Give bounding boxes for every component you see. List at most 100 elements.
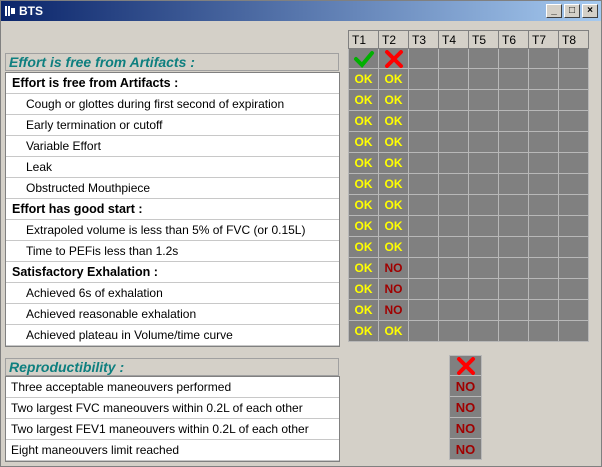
criterion-row: Satisfactory Exhalation :	[6, 262, 339, 283]
result-cell	[438, 257, 469, 279]
reproducibility-overall-row	[449, 355, 482, 376]
result-cell	[498, 194, 529, 216]
result-cell	[528, 131, 559, 153]
result-cell	[468, 236, 499, 258]
reproducibility-result-row: NO	[449, 438, 482, 460]
result-cell: OK	[378, 68, 409, 90]
reproducibility-row: Two largest FEV1 maneouvers within 0.2L …	[6, 419, 339, 440]
result-cell: OK	[378, 320, 409, 342]
reproducibility-grid: NO NO NO NO	[449, 355, 482, 460]
result-cell	[408, 89, 439, 111]
check-icon	[353, 50, 374, 68]
result-cell: OK	[378, 131, 409, 153]
result-cell: NO	[378, 299, 409, 321]
result-cell	[438, 320, 469, 342]
result-cell	[528, 89, 559, 111]
minimize-button[interactable]: _	[546, 4, 562, 18]
result-cell: OK	[348, 89, 379, 111]
result-cell	[468, 173, 499, 195]
result-row: OK OK	[348, 320, 589, 342]
result-cell	[468, 215, 499, 237]
trial-header-t8[interactable]: T8	[558, 30, 589, 49]
result-cell: OK	[348, 152, 379, 174]
result-cell: OK	[348, 131, 379, 153]
result-cell	[498, 215, 529, 237]
result-cell	[558, 257, 589, 279]
result-cell	[438, 278, 469, 300]
close-button[interactable]: ×	[582, 4, 598, 18]
result-cell: OK	[378, 152, 409, 174]
result-cell	[498, 68, 529, 90]
trial-header-t1[interactable]: T1	[348, 30, 379, 49]
bts-window: BTS _ □ × Effort is free from Artifacts …	[0, 0, 602, 467]
result-cell	[558, 173, 589, 195]
result-row: OK OK	[348, 194, 589, 216]
result-cell: OK	[348, 278, 379, 300]
title-bar[interactable]: BTS _ □ ×	[1, 1, 601, 21]
result-cell	[498, 173, 529, 195]
result-cell	[558, 299, 589, 321]
trial-header-t5[interactable]: T5	[468, 30, 499, 49]
app-icon	[5, 6, 15, 16]
result-row: OK OK	[348, 215, 589, 237]
trial-header-t4[interactable]: T4	[438, 30, 469, 49]
result-cell	[498, 110, 529, 132]
result-cell	[438, 131, 469, 153]
result-cell	[498, 320, 529, 342]
result-row: OK NO	[348, 278, 589, 300]
trial-header-t2[interactable]: T2	[378, 30, 409, 49]
criterion-row: Achieved plateau in Volume/time curve	[6, 325, 339, 346]
cross-icon	[456, 356, 475, 375]
result-row: OK OK	[348, 68, 589, 90]
trial-header-t6[interactable]: T6	[498, 30, 529, 49]
result-cell	[408, 152, 439, 174]
result-cell	[498, 257, 529, 279]
result-cell	[528, 299, 559, 321]
criterion-row: Early termination or cutoff	[6, 115, 339, 136]
cross-icon	[384, 49, 403, 68]
trial-header-t7[interactable]: T7	[528, 30, 559, 49]
result-cell	[558, 320, 589, 342]
result-cell: OK	[348, 299, 379, 321]
result-cell: OK	[378, 110, 409, 132]
result-cell	[468, 131, 499, 153]
result-cell	[528, 236, 559, 258]
result-cell	[528, 320, 559, 342]
reproducibility-result-row: NO	[449, 396, 482, 418]
result-row: OK OK	[348, 131, 589, 153]
result-cell	[558, 236, 589, 258]
result-cell	[438, 236, 469, 258]
result-cell: OK	[348, 110, 379, 132]
result-cell	[498, 236, 529, 258]
reproducibility-row: Eight maneouvers limit reached	[6, 440, 339, 461]
reproducibility-overall-cell	[449, 355, 482, 376]
result-cell: NO	[378, 257, 409, 279]
overall-result-cell	[468, 48, 499, 69]
result-cell	[498, 152, 529, 174]
result-cell: OK	[378, 194, 409, 216]
result-row: OK NO	[348, 299, 589, 321]
result-row: OK OK	[348, 152, 589, 174]
result-cell: OK	[348, 215, 379, 237]
result-row: OK OK	[348, 173, 589, 195]
result-cell: OK	[348, 236, 379, 258]
maximize-button[interactable]: □	[564, 4, 580, 18]
result-cell	[558, 131, 589, 153]
trial-header-row: T1 T2 T3 T4 T5 T6 T7 T8	[348, 30, 589, 49]
result-cell	[408, 68, 439, 90]
result-cell	[408, 278, 439, 300]
reproducibility-result-cell: NO	[449, 375, 482, 397]
result-cell: OK	[378, 89, 409, 111]
result-cell	[468, 89, 499, 111]
reproducibility-result-cell: NO	[449, 417, 482, 439]
trial-grid: T1 T2 T3 T4 T5 T6 T7 T8 OK OK OK OK OK OK OK OK OK OK OK OK…	[348, 30, 589, 342]
result-cell	[558, 89, 589, 111]
result-cell	[558, 152, 589, 174]
result-cell	[558, 110, 589, 132]
result-cell: NO	[378, 278, 409, 300]
criterion-row: Cough or glottes during first second of …	[6, 94, 339, 115]
reproducibility-result-cell: NO	[449, 438, 482, 460]
trial-header-t3[interactable]: T3	[408, 30, 439, 49]
result-cell	[528, 173, 559, 195]
result-cell: OK	[348, 68, 379, 90]
